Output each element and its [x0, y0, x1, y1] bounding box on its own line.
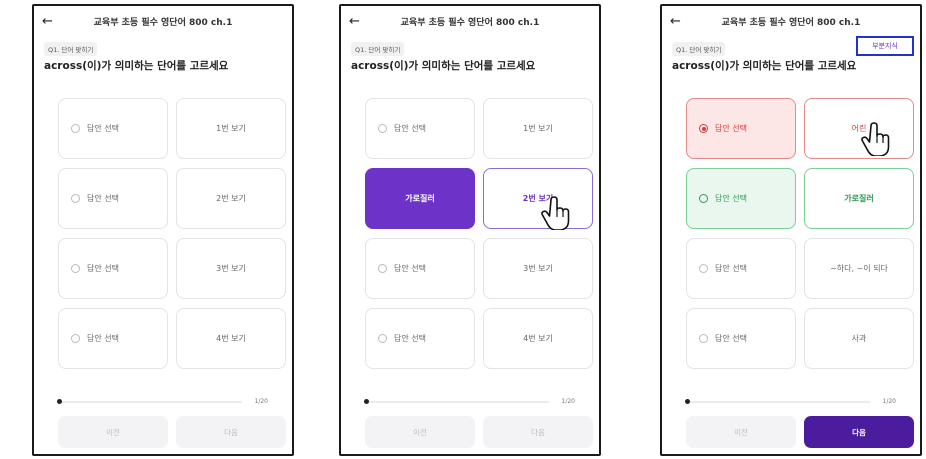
question-tag: Q1. 단어 맞히기 [44, 42, 98, 56]
prev-button[interactable]: 이전 [365, 416, 475, 448]
top-bar: ← 교육부 초등 필수 영단어 800 ch.1 [341, 12, 599, 34]
progress-dot [685, 399, 690, 404]
choice-card-4[interactable]: 4번 보기 [176, 308, 286, 369]
progress-count: 1/20 [882, 398, 896, 405]
progress-bar: 1/20 [685, 398, 896, 406]
progress-track [686, 401, 870, 403]
radio-icon [71, 124, 80, 133]
answer-option-label: 답안 선택 [715, 264, 747, 273]
choice-card-3[interactable]: 3번 보기 [176, 238, 286, 299]
radio-icon [699, 194, 708, 203]
progress-count: 1/20 [254, 398, 268, 405]
answer-option-label: 답안 선택 [715, 124, 747, 133]
answer-option-1[interactable]: 답안 선택 [58, 98, 168, 159]
progress-track [58, 401, 242, 403]
radio-icon [378, 334, 387, 343]
pointer-hand-icon [541, 196, 570, 230]
top-bar: ← 교육부 초등 필수 영단어 800 ch.1 [34, 12, 292, 34]
progress-dot [364, 399, 369, 404]
answer-option-label: 답안 선택 [87, 334, 119, 343]
radio-icon [699, 264, 708, 273]
answer-option-label: 가로질러 [405, 194, 435, 203]
progress-bar: 1/20 [57, 398, 268, 406]
answer-option-label: 답안 선택 [87, 124, 119, 133]
radio-icon [378, 124, 387, 133]
answer-option-4[interactable]: 답안 선택 [365, 308, 475, 369]
progress-track [365, 401, 549, 403]
pointer-hand-icon [861, 122, 890, 156]
choice-card-4[interactable]: 사과 [804, 308, 914, 369]
choice-card-2[interactable]: 2번 보기 [483, 168, 593, 229]
answer-option-label: 답안 선택 [394, 334, 426, 343]
page-title: 교육부 초등 필수 영단어 800 ch.1 [93, 18, 233, 28]
top-bar: ← 교육부 초등 필수 영단어 800 ch.1 [662, 12, 920, 34]
answer-option-label: 답안 선택 [715, 194, 747, 203]
next-button[interactable]: 다음 [483, 416, 593, 448]
answer-option-label: 답안 선택 [715, 334, 747, 343]
answer-option-label: 답안 선택 [87, 194, 119, 203]
prev-button[interactable]: 이전 [686, 416, 796, 448]
question-tag: Q1. 단어 맞히기 [672, 42, 726, 56]
choice-label: 2번 보기 [216, 194, 246, 203]
answer-option-4[interactable]: 답안 선택 [686, 308, 796, 369]
choice-label: 4번 보기 [216, 334, 246, 343]
choice-card-2-correct[interactable]: 가로질러 [804, 168, 914, 229]
question-text: across(이)가 의미하는 단어를 고르세요 [44, 60, 229, 72]
choice-label: 1번 보기 [216, 124, 246, 133]
choice-label: ~하다, ~이 되다 [830, 264, 888, 273]
answer-option-1[interactable]: 답안 선택 [365, 98, 475, 159]
choice-label: 3번 보기 [216, 264, 246, 273]
next-button[interactable]: 다음 [804, 416, 914, 448]
radio-icon [699, 334, 708, 343]
choice-card-4[interactable]: 4번 보기 [483, 308, 593, 369]
progress-bar: 1/20 [364, 398, 575, 406]
answer-option-label: 답안 선택 [87, 264, 119, 273]
question-text: across(이)가 의미하는 단어를 고르세요 [351, 60, 536, 72]
answer-option-3[interactable]: 답안 선택 [686, 238, 796, 299]
progress-dot [57, 399, 62, 404]
choice-card-3[interactable]: 3번 보기 [483, 238, 593, 299]
answer-option-label: 답안 선택 [394, 124, 426, 133]
progress-count: 1/20 [561, 398, 575, 405]
page-title: 교육부 초등 필수 영단어 800 ch.1 [400, 18, 540, 28]
radio-icon [71, 334, 80, 343]
answer-option-2-selected[interactable]: 가로질러 [365, 168, 475, 229]
choice-label: 1번 보기 [523, 124, 553, 133]
partial-knowledge-button[interactable]: 부분지식 [856, 36, 914, 56]
answer-option-2[interactable]: 답안 선택 [58, 168, 168, 229]
choice-card-1[interactable]: 1번 보기 [483, 98, 593, 159]
radio-icon [71, 264, 80, 273]
answer-option-1-wrong[interactable]: 답안 선택 [686, 98, 796, 159]
question-text: across(이)가 의미하는 단어를 고르세요 [672, 60, 857, 72]
choice-card-3[interactable]: ~하다, ~이 되다 [804, 238, 914, 299]
answer-option-4[interactable]: 답안 선택 [58, 308, 168, 369]
answer-option-3[interactable]: 답안 선택 [58, 238, 168, 299]
screen-3: ← 교육부 초등 필수 영단어 800 ch.1 Q1. 단어 맞히기 부분지식… [660, 4, 922, 456]
answer-option-label: 답안 선택 [394, 264, 426, 273]
prev-button[interactable]: 이전 [58, 416, 168, 448]
radio-selected-icon [699, 124, 708, 133]
screen-1: ← 교육부 초등 필수 영단어 800 ch.1 Q1. 단어 맞히기 acro… [32, 4, 294, 456]
choice-label: 4번 보기 [523, 334, 553, 343]
answer-option-3[interactable]: 답안 선택 [365, 238, 475, 299]
question-tag: Q1. 단어 맞히기 [351, 42, 405, 56]
choice-card-1[interactable]: 1번 보기 [176, 98, 286, 159]
screen-2: ← 교육부 초등 필수 영단어 800 ch.1 Q1. 단어 맞히기 acro… [339, 4, 601, 456]
choice-label: 3번 보기 [523, 264, 553, 273]
answer-option-2-correct[interactable]: 답안 선택 [686, 168, 796, 229]
choice-card-1-wrong[interactable]: 어린 [804, 98, 914, 159]
choice-label: 가로질러 [844, 194, 874, 203]
page-title: 교육부 초등 필수 영단어 800 ch.1 [721, 18, 861, 28]
radio-icon [71, 194, 80, 203]
radio-icon [378, 264, 387, 273]
next-button[interactable]: 다음 [176, 416, 286, 448]
choice-label: 사과 [851, 334, 867, 343]
choice-card-2[interactable]: 2번 보기 [176, 168, 286, 229]
